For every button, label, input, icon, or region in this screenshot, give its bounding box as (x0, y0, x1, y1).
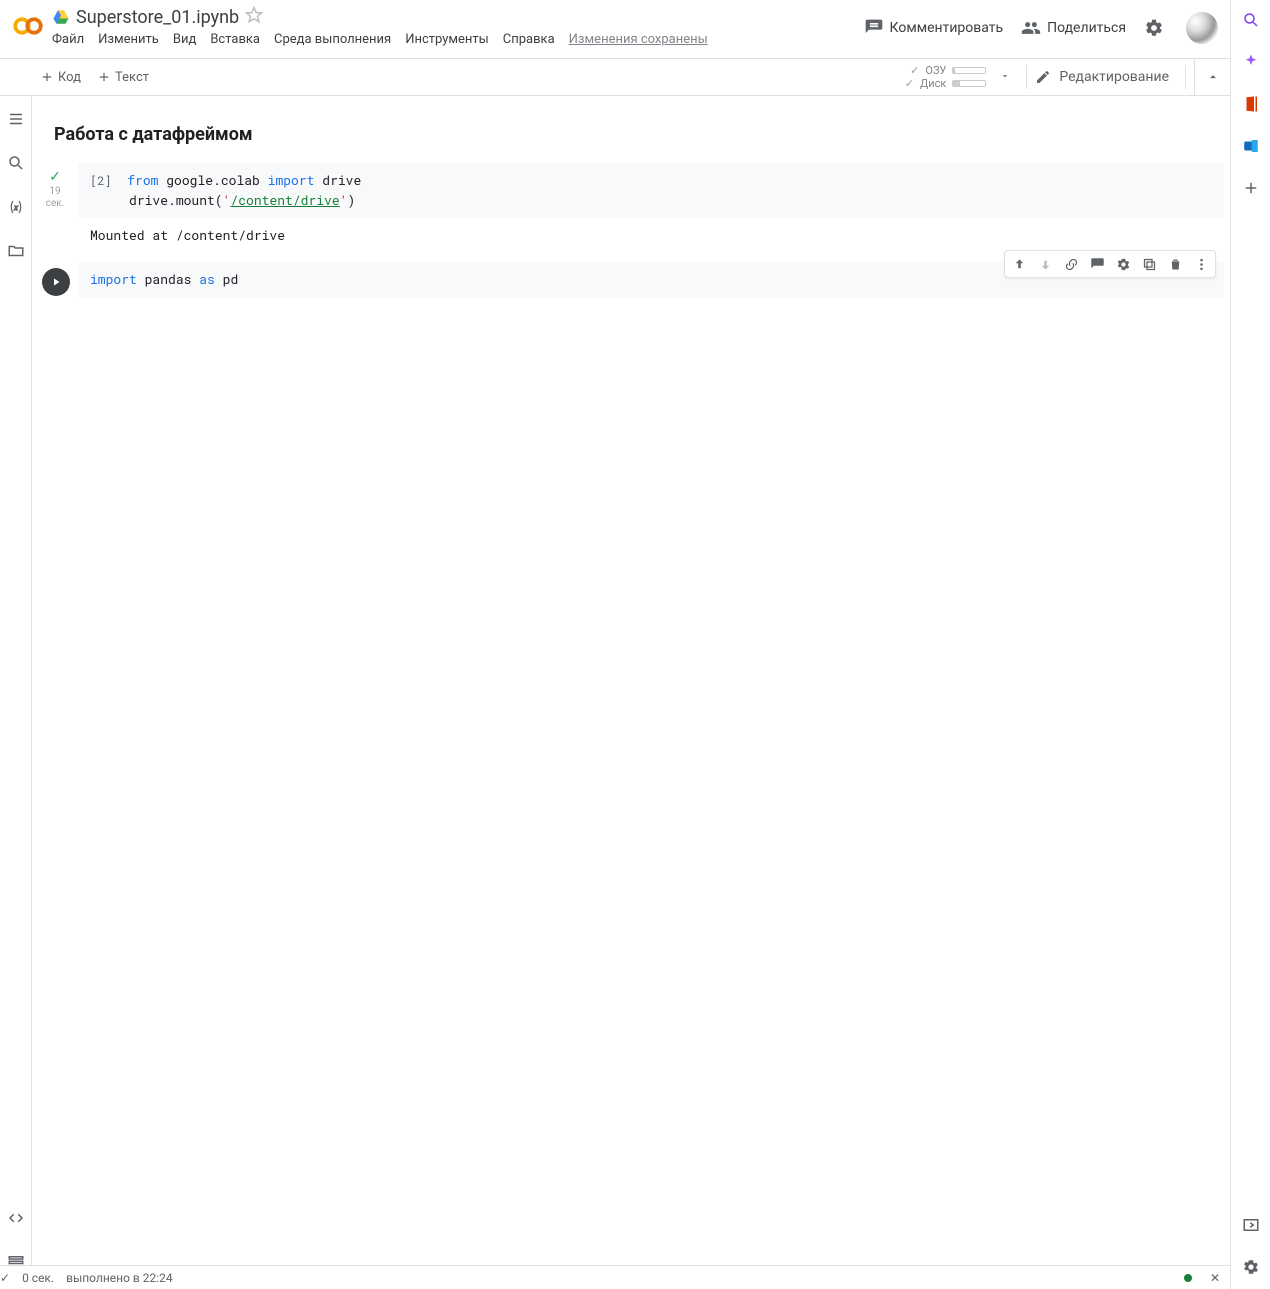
comment-button[interactable]: Комментировать (864, 18, 1004, 38)
comment-label: Комментировать (890, 20, 1004, 36)
exec-bracket: [2] (90, 173, 112, 189)
share-button[interactable]: Поделиться (1021, 18, 1126, 38)
status-elapsed: 0 сек. (22, 1271, 54, 1285)
collapse-toolbar-button[interactable] (1194, 59, 1230, 95)
ext-settings-icon[interactable] (1239, 1255, 1263, 1279)
runtime-dropdown[interactable] (992, 70, 1018, 85)
title-row: Superstore_01.ipynb (52, 4, 864, 28)
avatar[interactable] (1186, 12, 1218, 44)
more-cell-button[interactable] (1189, 253, 1213, 275)
save-status[interactable]: Изменения сохранены (569, 32, 708, 47)
ram-bar (952, 67, 986, 74)
notebook-content: Работа с датафреймом ✓ [2] 19 сек. [2] f… (32, 96, 1230, 1289)
ram-label: ОЗУ (925, 64, 946, 77)
ext-outlook-icon[interactable] (1239, 134, 1263, 158)
add-text-label: Текст (115, 70, 149, 85)
separator-2 (1185, 65, 1186, 89)
status-bar: ✓ 0 сек. выполнено в 22:24 ✕ (0, 1265, 1230, 1289)
resource-usage[interactable]: ✓ ОЗУ ✓ Диск (905, 64, 987, 90)
cell-output: Mounted at /content/drive (78, 218, 1224, 252)
kernel-status-dot[interactable] (1184, 1274, 1192, 1282)
drive-icon (52, 8, 70, 26)
menu-view[interactable]: Вид (173, 32, 196, 47)
disk-label: Диск (920, 77, 946, 90)
mode-label: Редактирование (1059, 69, 1169, 85)
menu-bar: Файл Изменить Вид Вставка Среда выполнен… (52, 28, 864, 53)
exec-time: 19 (34, 186, 76, 198)
menu-insert[interactable]: Вставка (210, 32, 260, 47)
status-close-button[interactable]: ✕ (1210, 1271, 1220, 1285)
cell-settings-button[interactable] (1111, 253, 1135, 275)
exec-unit: сек. (34, 198, 76, 210)
header-center: Superstore_01.ipynb Файл Изменить Вид Вс… (52, 4, 864, 53)
files-icon[interactable] (7, 242, 25, 264)
status-check-icon: ✓ (0, 1271, 10, 1285)
main-body: x Работа с датафреймом ✓ [2] 19 сек. (0, 96, 1230, 1289)
mirror-cell-button[interactable] (1137, 253, 1161, 275)
header-actions: Комментировать Поделиться (864, 12, 1218, 44)
search-icon[interactable] (7, 154, 25, 176)
share-label: Поделиться (1047, 20, 1126, 36)
ext-panel-icon[interactable] (1239, 1213, 1263, 1237)
extension-sidebar (1230, 0, 1270, 1289)
notebook-title[interactable]: Superstore_01.ipynb (76, 7, 239, 28)
ext-copilot-icon[interactable] (1239, 50, 1263, 74)
svg-text:x: x (13, 203, 18, 212)
section-heading[interactable]: Работа с датафреймом (32, 96, 1230, 163)
move-up-button[interactable] (1007, 253, 1031, 275)
colab-app: Superstore_01.ipynb Файл Изменить Вид Вс… (0, 0, 1230, 1289)
run-cell-button[interactable] (42, 268, 70, 296)
separator (1026, 65, 1027, 89)
status-check-icon-2: ✓ (905, 77, 914, 90)
code-cell-active[interactable]: import pandas as pd (34, 262, 1224, 298)
toolbar: Код Текст ✓ ОЗУ ✓ Диск Редактирование (0, 58, 1230, 96)
menu-edit[interactable]: Изменить (98, 32, 159, 47)
add-code-button[interactable]: Код (32, 66, 89, 89)
header: Superstore_01.ipynb Файл Изменить Вид Вс… (0, 0, 1230, 58)
star-icon[interactable] (245, 6, 263, 28)
toc-icon[interactable] (7, 110, 25, 132)
menu-runtime[interactable]: Среда выполнения (274, 32, 391, 47)
ext-add-icon[interactable] (1239, 176, 1263, 200)
colab-logo[interactable] (10, 8, 46, 44)
success-check-icon: ✓ (34, 169, 76, 186)
add-text-button[interactable]: Текст (89, 66, 157, 89)
status-check-icon: ✓ (910, 64, 919, 77)
code-snippets-icon[interactable] (7, 1209, 25, 1231)
code-editor[interactable]: [2] from google.colab import drive drive… (78, 163, 1224, 218)
disk-bar (952, 80, 986, 87)
left-rail: x (0, 96, 32, 1289)
mode-selector[interactable]: Редактирование (1035, 69, 1177, 85)
add-comment-button[interactable] (1085, 253, 1109, 275)
status-finished: выполнено в 22:24 (66, 1271, 173, 1285)
ext-office-icon[interactable] (1239, 92, 1263, 116)
link-button[interactable] (1059, 253, 1083, 275)
cell-toolbar (1004, 250, 1216, 278)
move-down-button[interactable] (1033, 253, 1057, 275)
delete-cell-button[interactable] (1163, 253, 1187, 275)
add-code-label: Код (58, 70, 81, 85)
menu-help[interactable]: Справка (503, 32, 555, 47)
settings-button[interactable] (1144, 18, 1164, 38)
variables-icon[interactable]: x (7, 198, 25, 220)
code-cell[interactable]: ✓ [2] 19 сек. [2] from google.colab impo… (34, 163, 1224, 252)
menu-file[interactable]: Файл (52, 32, 84, 47)
ext-search-icon[interactable] (1239, 8, 1263, 32)
menu-tools[interactable]: Инструменты (405, 32, 489, 47)
cell-gutter: ✓ [2] 19 сек. (34, 169, 76, 210)
